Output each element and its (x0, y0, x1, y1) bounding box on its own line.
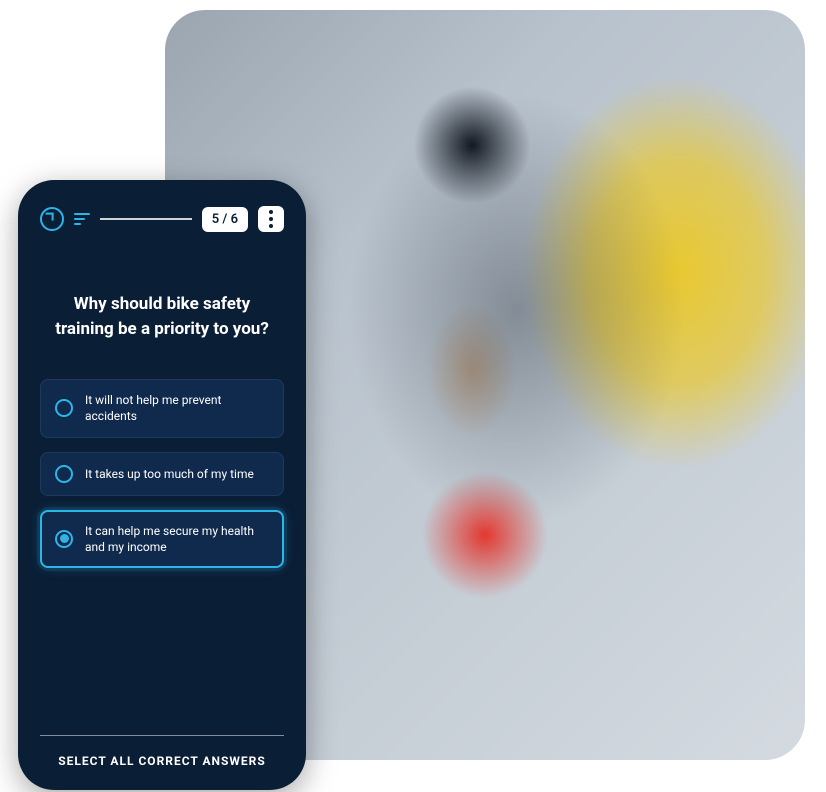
sort-lines-icon (74, 213, 90, 225)
more-menu-button[interactable] (258, 206, 284, 232)
phone-mockup: 5 / 6 Why should bike safety training be… (18, 180, 306, 790)
option-2[interactable]: It takes up too much of my time (40, 452, 284, 496)
option-label: It will not help me prevent accidents (85, 392, 269, 424)
question-text: Why should bike safety training be a pri… (40, 292, 284, 341)
option-label: It takes up too much of my time (85, 466, 254, 482)
option-3[interactable]: It can help me secure my health and my i… (40, 510, 284, 568)
option-1[interactable]: It will not help me prevent accidents (40, 379, 284, 437)
radio-icon (55, 465, 73, 483)
radio-icon (55, 530, 73, 548)
options-list: It will not help me prevent accidents It… (40, 379, 284, 568)
progress-track (100, 218, 192, 220)
clock-icon (40, 207, 64, 231)
radio-icon (55, 399, 73, 417)
footer-instruction: SELECT ALL CORRECT ANSWERS (40, 754, 284, 768)
option-label: It can help me secure my health and my i… (85, 523, 269, 555)
quiz-header: 5 / 6 (40, 206, 284, 232)
divider (40, 735, 284, 736)
progress-counter: 5 / 6 (202, 207, 248, 232)
quiz-footer: SELECT ALL CORRECT ANSWERS (40, 735, 284, 768)
